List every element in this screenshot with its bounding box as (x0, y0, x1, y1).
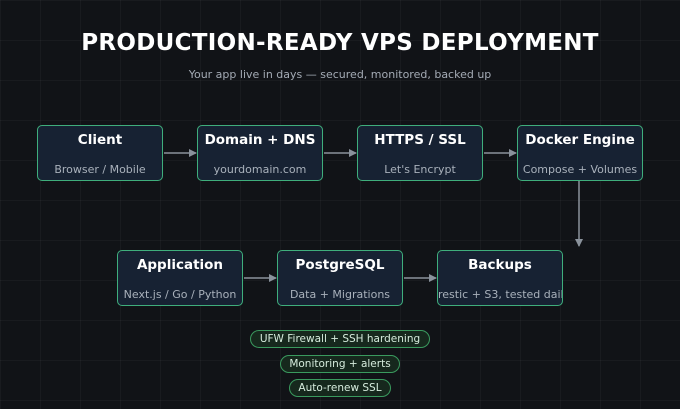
node-https-ssl: HTTPS / SSL Let's Encrypt (357, 125, 483, 181)
badge-monitoring: Monitoring + alerts (280, 355, 400, 373)
node-subtitle: Data + Migrations (289, 288, 391, 301)
node-title: Domain + DNS (204, 132, 316, 148)
node-docker-engine: Docker Engine Compose + Volumes (517, 125, 643, 181)
node-subtitle: Next.js / Go / Python (123, 288, 237, 301)
node-title: Application (136, 257, 224, 273)
node-title: HTTPS / SSL (374, 132, 466, 148)
node-title: Docker Engine (525, 132, 635, 148)
node-subtitle: yourdomain.com (213, 163, 307, 176)
node-subtitle: restic + S3, tested daily (438, 288, 563, 301)
node-subtitle: Compose + Volumes (522, 163, 638, 176)
node-title: Backups (468, 257, 532, 273)
node-subtitle: Let's Encrypt (384, 163, 456, 176)
badge-auto-renew-ssl: Auto-renew SSL (289, 379, 391, 397)
node-subtitle: Browser / Mobile (54, 163, 146, 176)
node-title: PostgreSQL (295, 257, 385, 273)
node-application: Application Next.js / Go / Python (117, 250, 243, 306)
node-domain-dns: Domain + DNS yourdomain.com (197, 125, 323, 181)
node-backups: Backups restic + S3, tested daily (437, 250, 563, 306)
node-title: Client (77, 132, 123, 148)
node-postgresql: PostgreSQL Data + Migrations (277, 250, 403, 306)
badge-firewall: UFW Firewall + SSH hardening (250, 330, 430, 348)
node-client: Client Browser / Mobile (37, 125, 163, 181)
